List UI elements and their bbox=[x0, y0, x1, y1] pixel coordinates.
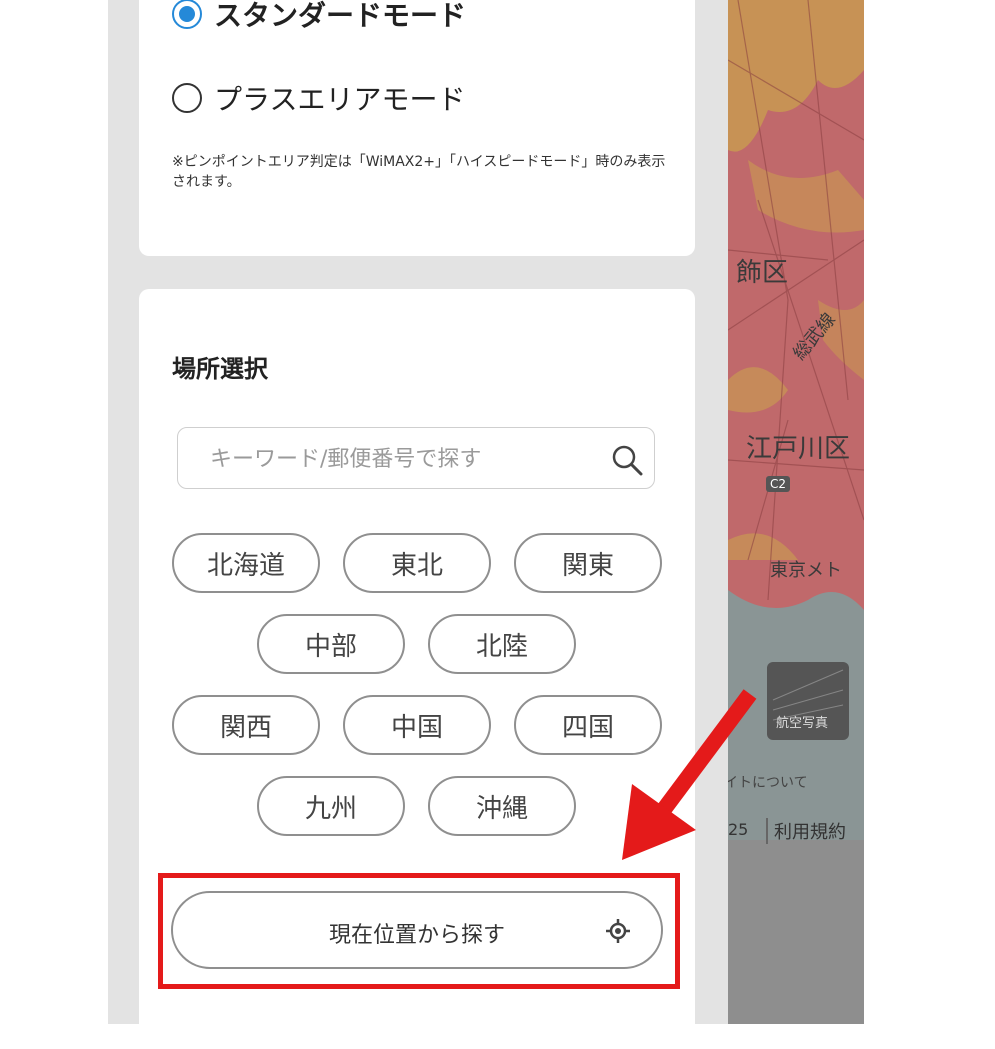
radio-plus-area-mode[interactable]: プラスエリアモード bbox=[172, 78, 465, 118]
region-button-okinawa[interactable]: 沖縄 bbox=[428, 776, 576, 836]
highlight-box bbox=[158, 873, 680, 989]
search-input[interactable] bbox=[178, 428, 632, 490]
map-label-katsushika: 飾区 bbox=[736, 258, 789, 288]
map-label-c2: C2 bbox=[766, 476, 791, 492]
radio-standard-mode[interactable]: スタンダードモード bbox=[172, 0, 466, 34]
coverage-map[interactable]: 飾区 総武線 江戸川区 C2 東京メト 航空写真 イトについて 25 利用規約 bbox=[728, 0, 864, 1024]
region-button-hokkaido[interactable]: 北海道 bbox=[172, 533, 320, 593]
radio-unchecked-icon[interactable] bbox=[172, 83, 202, 113]
region-button-chugoku[interactable]: 中国 bbox=[343, 695, 491, 755]
radio-checked-icon[interactable] bbox=[172, 0, 202, 29]
region-button-hokuriku[interactable]: 北陸 bbox=[428, 614, 576, 674]
region-button-kansai[interactable]: 関西 bbox=[172, 695, 320, 755]
mode-card: スタンダードモード プラスエリアモード ※ピンポイントエリア判定は「WiMAX2… bbox=[139, 0, 695, 256]
region-button-kanto[interactable]: 関東 bbox=[514, 533, 662, 593]
region-button-chubu[interactable]: 中部 bbox=[257, 614, 405, 674]
region-button-tohoku[interactable]: 東北 bbox=[343, 533, 491, 593]
pointer-arrow-icon bbox=[622, 689, 757, 860]
map-label-tokyo-metro: 東京メト bbox=[770, 560, 842, 581]
radio-label: プラスエリアモード bbox=[214, 83, 466, 116]
map-footer-terms-link[interactable]: 利用規約 bbox=[766, 818, 846, 844]
radio-label: スタンダードモード bbox=[214, 0, 467, 32]
map-terrain bbox=[728, 0, 864, 1024]
mode-note: ※ピンポイントエリア判定は「WiMAX2+」「ハイスピードモード」時のみ表示され… bbox=[172, 154, 666, 190]
map-label-edogawa: 江戸川区 bbox=[746, 434, 851, 464]
region-button-kyushu[interactable]: 九州 bbox=[257, 776, 405, 836]
search-box[interactable] bbox=[177, 427, 655, 490]
search-icon[interactable] bbox=[610, 443, 644, 481]
section-title: 場所選択 bbox=[172, 355, 268, 383]
aerial-photo-label[interactable]: 航空写真 bbox=[776, 712, 828, 731]
